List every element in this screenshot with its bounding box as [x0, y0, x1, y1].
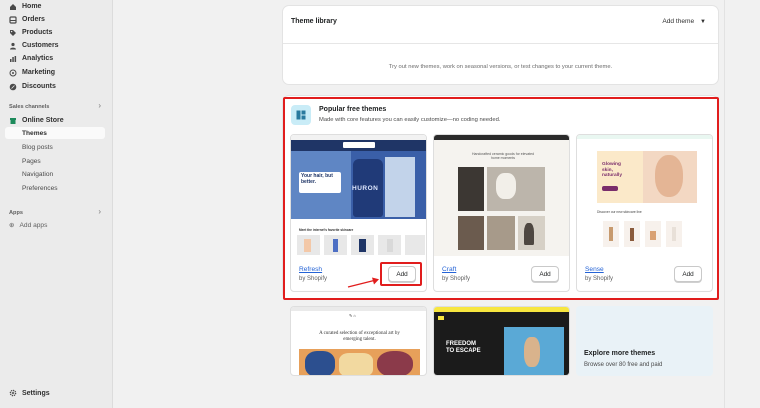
add-theme-label: Add theme: [662, 18, 695, 25]
sidebar-item-navigation[interactable]: Navigation: [22, 168, 53, 180]
sidebar-item-themes[interactable]: Themes: [5, 127, 105, 139]
add-apps-label: Add apps: [19, 221, 48, 229]
chart-icon: [10, 55, 17, 62]
theme-name-sense[interactable]: Sense: [585, 266, 604, 273]
sidebar-item-blog-posts[interactable]: Blog posts: [22, 141, 53, 153]
page-bottom-fade: [114, 376, 760, 408]
sidebar-item-label: Marketing: [22, 69, 56, 76]
target-icon: [9, 69, 17, 76]
sidebar-item-label: Online Store: [22, 117, 64, 124]
theme-preview-sense[interactable]: Glowing skin, naturally Discover our new…: [577, 135, 712, 256]
theme-card-publisher[interactable]: ✎ ⌂ A curated selection of exceptional a…: [290, 306, 427, 376]
sidebar: Home Orders Products Customers Analytics…: [0, 0, 113, 408]
sales-channels-label: Sales channels: [9, 104, 50, 110]
theme-preview-refresh[interactable]: Your hair, but better. HURON Meet the in…: [291, 135, 426, 256]
sidebar-item-analytics[interactable]: Analytics: [9, 52, 53, 65]
arrow-annotation-icon: [347, 277, 379, 288]
gear-icon: [9, 389, 17, 397]
discount-icon: [9, 83, 17, 90]
sidebar-item-marketing[interactable]: Marketing: [9, 66, 55, 79]
theme-card-craft[interactable]: Handcrafted ceramic goods for elevated h…: [433, 134, 570, 292]
sidebar-item-label: Discounts: [22, 83, 56, 90]
sidebar-item-home[interactable]: Home: [9, 0, 41, 13]
theme-author: by Shopify: [585, 276, 614, 282]
banner-text: FREEDOM TO ESCAPE: [446, 341, 481, 354]
explore-more-card[interactable]: Explore more themes Browse over 80 free …: [576, 306, 713, 376]
apps-label: Apps: [9, 210, 23, 216]
popular-themes-title: Popular free themes: [319, 106, 387, 113]
caret-down-icon: ▼: [700, 19, 706, 25]
add-refresh-button[interactable]: Add: [388, 266, 416, 282]
home-icon: [10, 3, 16, 10]
sidebar-item-products[interactable]: Products: [9, 26, 52, 39]
theme-card-dawn[interactable]: FREEDOM TO ESCAPE: [433, 306, 570, 376]
craft-hero-text: Handcrafted ceramic goods for elevated h…: [471, 152, 535, 160]
sidebar-item-label: Customers: [22, 42, 59, 49]
theme-name-craft[interactable]: Craft: [442, 266, 456, 273]
sidebar-item-label: Analytics: [22, 55, 54, 62]
sidebar-item-label: Orders: [22, 16, 45, 23]
divider: [283, 43, 718, 44]
theme-author: by Shopify: [442, 276, 471, 282]
sidebar-item-discounts[interactable]: Discounts: [9, 80, 56, 93]
sidebar-item-label: Products: [22, 29, 53, 36]
theme-library-empty-text: Try out new themes, work on seasonal ver…: [388, 64, 613, 70]
store-icon: [10, 117, 16, 124]
layout-icon: [296, 110, 306, 120]
theme-card-sense[interactable]: Glowing skin, naturally Discover our new…: [576, 134, 713, 292]
theme-icon: [291, 105, 311, 125]
sidebar-item-online-store[interactable]: Online Store: [9, 114, 64, 127]
add-theme-button[interactable]: Add theme ▼: [662, 18, 706, 25]
plus-icon: ⊕: [9, 222, 15, 229]
add-apps-link[interactable]: ⊕ Add apps: [9, 219, 47, 231]
theme-library-card: Theme library Add theme ▼ Try out new th…: [283, 6, 718, 84]
popular-themes-subtitle: Made with core features you can easily c…: [319, 117, 501, 123]
refresh-section-title: Meet the internet's favorite skincare: [299, 228, 354, 232]
sidebar-item-label: Home: [22, 3, 42, 10]
sense-section-title: Discover our new skincare line: [597, 210, 642, 214]
sidebar-item-pages[interactable]: Pages: [22, 155, 41, 167]
theme-card-refresh[interactable]: Your hair, but better. HURON Meet the in…: [290, 134, 427, 292]
theme-library-title: Theme library: [291, 18, 337, 25]
sidebar-item-customers[interactable]: Customers: [9, 39, 59, 52]
popular-themes-card: Popular free themes Made with core featu…: [283, 96, 718, 299]
chevron-right-icon[interactable]: ›: [98, 207, 101, 216]
person-icon: [10, 42, 16, 49]
explore-subtitle: Browse over 80 free and paid: [584, 362, 663, 368]
explore-title: Explore more themes: [584, 350, 656, 357]
add-sense-button[interactable]: Add: [674, 266, 702, 282]
tag-icon: [10, 29, 16, 36]
settings-label: Settings: [22, 389, 50, 397]
sense-hero-text: Glowing skin, naturally: [602, 162, 622, 178]
refresh-hero-text: Your hair, but better.: [301, 173, 333, 185]
orders-icon: [9, 15, 17, 24]
publisher-tagline: A curated selection of exceptional art b…: [319, 331, 400, 342]
sidebar-item-settings[interactable]: Settings: [9, 389, 50, 397]
theme-preview-craft[interactable]: Handcrafted ceramic goods for elevated h…: [434, 135, 569, 256]
chevron-right-icon[interactable]: ›: [98, 101, 101, 110]
sidebar-item-orders[interactable]: Orders: [9, 13, 45, 26]
theme-name-refresh[interactable]: Refresh: [299, 266, 322, 273]
theme-author: by Shopify: [299, 276, 328, 282]
add-craft-button[interactable]: Add: [531, 266, 559, 282]
sidebar-item-preferences[interactable]: Preferences: [22, 182, 58, 194]
refresh-brand: HURON: [352, 185, 379, 192]
scrollbar-track[interactable]: [724, 0, 725, 408]
